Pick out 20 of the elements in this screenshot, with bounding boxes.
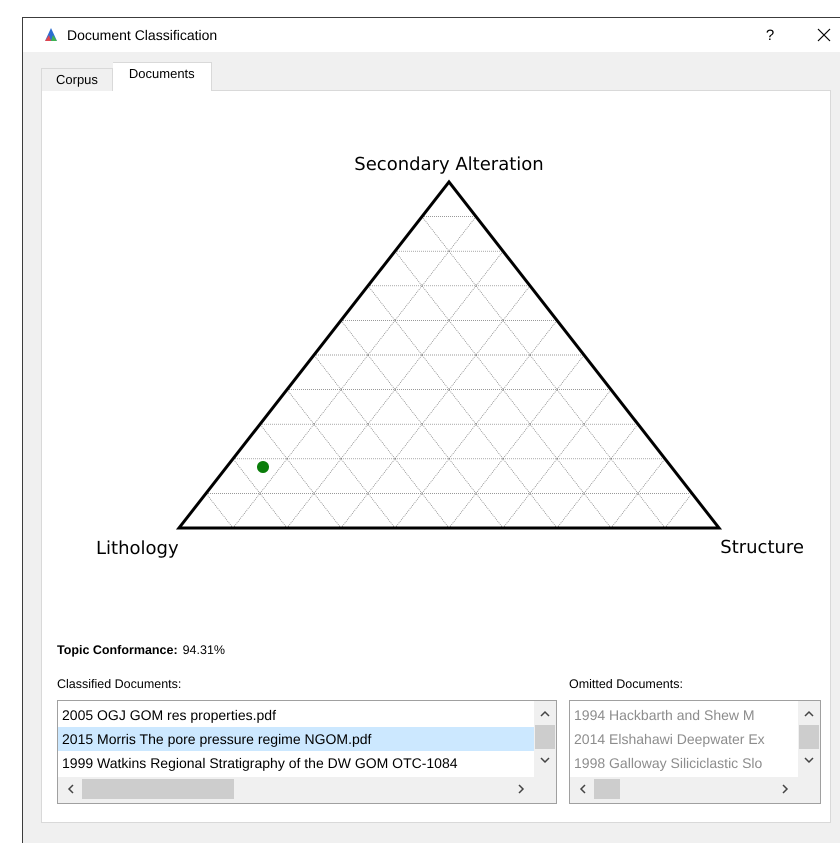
list-label: Classified Documents: xyxy=(57,677,182,691)
help-button[interactable]: ? xyxy=(760,26,780,44)
list-label: Omitted Documents: xyxy=(569,677,684,691)
conformance-label: Topic Conformance: xyxy=(57,643,178,659)
axis-label: Secondary Alteration xyxy=(354,154,544,175)
tab[interactable]: Documents xyxy=(112,62,212,91)
document-list[interactable]: 2005 OGJ GOM res properties.pdf 2015 Morris The pore pressure regime NGOM.pdf 1999 Watkins Regional Stratigraphy of the DW GOM OTC-1084 xyxy=(57,700,557,804)
window-title: Document Classification xyxy=(67,27,218,43)
axis-label: Structure xyxy=(720,537,804,558)
tab[interactable]: Corpus xyxy=(41,68,113,91)
scroll-thumb[interactable] xyxy=(535,725,555,749)
list-item[interactable]: 1999 Watkins Regional Stratigraphy of the DW GOM OTC-1084 xyxy=(58,751,534,775)
scroll-thumb[interactable] xyxy=(82,779,234,799)
axis-label: Lithology xyxy=(96,538,179,559)
app-logo-icon xyxy=(43,27,59,43)
data-point xyxy=(257,461,269,473)
list-item[interactable]: 2005 OGJ GOM res properties.pdf xyxy=(58,703,534,727)
conformance-value: 94.31% xyxy=(182,643,226,659)
close-icon[interactable] xyxy=(816,27,832,43)
list-item[interactable]: 2015 Morris The pore pressure regime NGOM.pdf xyxy=(58,727,534,751)
